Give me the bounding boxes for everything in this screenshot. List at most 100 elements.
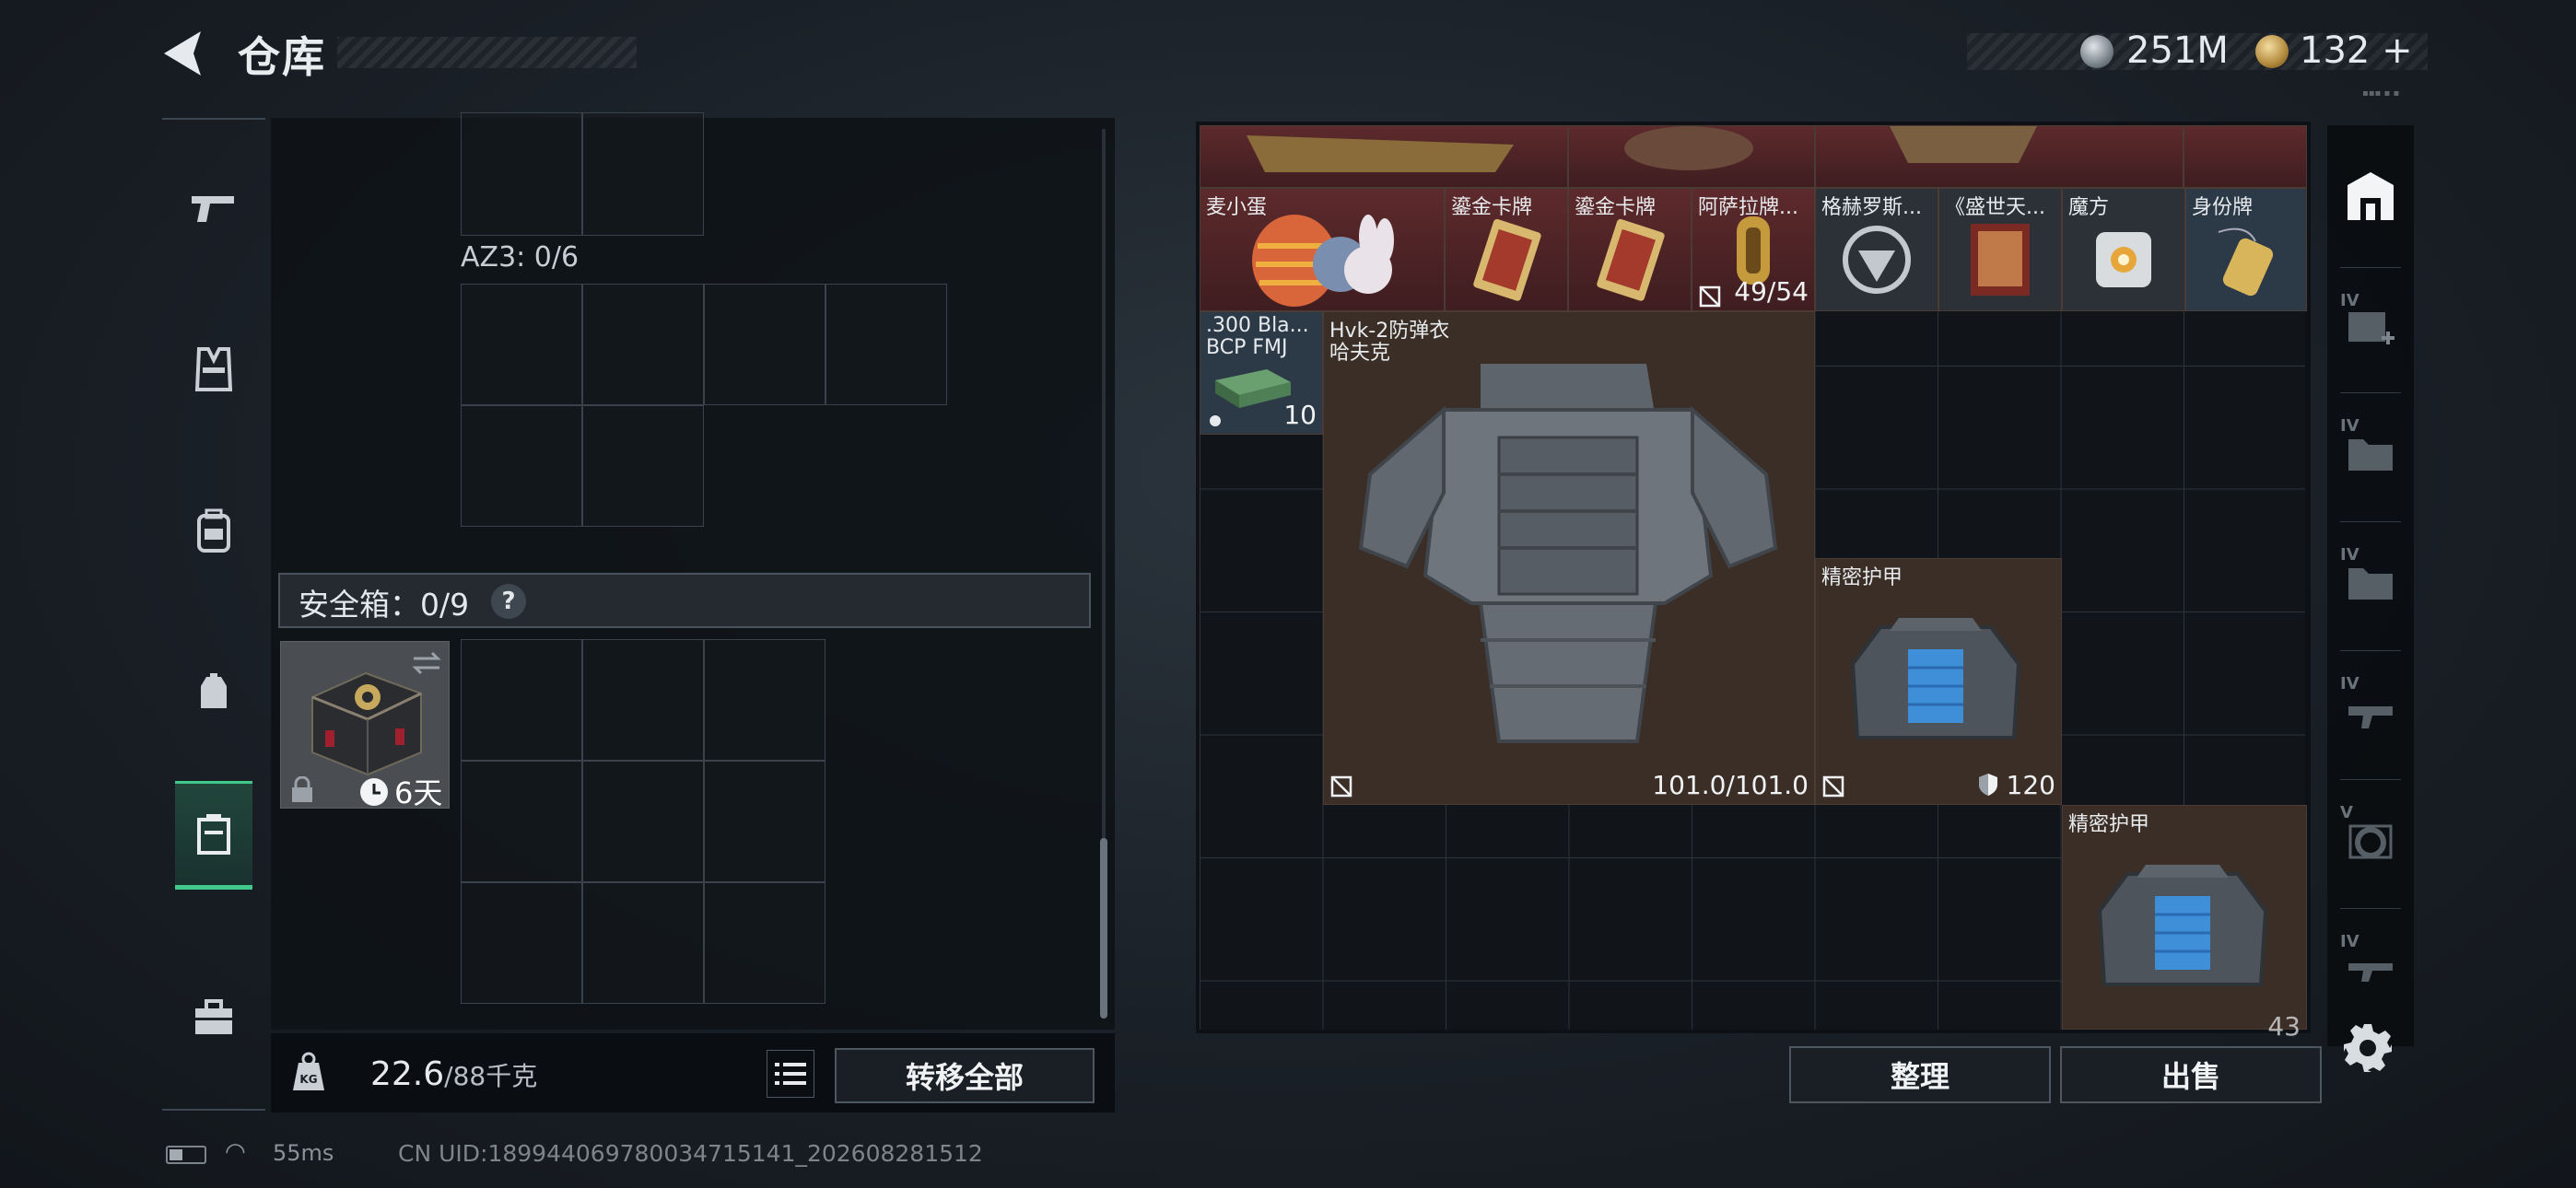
no-trade-icon	[1822, 775, 1844, 798]
svg-text:KG: KG	[299, 1073, 317, 1086]
category-case[interactable]	[175, 967, 252, 1068]
grid-cell[interactable]	[704, 882, 825, 1004]
stash-item-gilded-card[interactable]: 鎏金卡牌	[1568, 188, 1692, 311]
egg-plush-icon	[1252, 214, 1394, 307]
grid-cell[interactable]	[582, 761, 704, 882]
battery-icon	[166, 1146, 206, 1164]
stash-item-precision-armor[interactable]: 精密护甲 43	[2062, 805, 2307, 1042]
stash-item-cube[interactable]: 魔方	[2062, 188, 2185, 311]
body-armor-icon	[1358, 364, 1778, 743]
stash-item-id-tag[interactable]: 身份牌	[2185, 188, 2307, 311]
back-arrow-icon[interactable]	[157, 26, 212, 81]
gear-stash-icon	[2348, 824, 2393, 859]
stash-tab-3[interactable]: IV	[2331, 527, 2410, 637]
grid-cell[interactable]	[461, 112, 582, 236]
title-decoration	[337, 37, 637, 68]
armor-value: 120	[1978, 770, 2055, 800]
grid-cell[interactable]	[582, 405, 704, 527]
az3-container-label: AZ3: 0/6	[461, 241, 580, 274]
grid-cell[interactable]	[461, 405, 582, 527]
rifle-stash-icon	[2348, 706, 2393, 728]
stash-item-book[interactable]: 《盛世天...	[1938, 188, 2062, 311]
version-text: ▪▪▪ ▪ ▪	[2362, 88, 2400, 99]
stash-item-partial[interactable]	[2184, 125, 2307, 188]
weapon-stash-icon	[2348, 963, 2393, 982]
scrollbar[interactable]	[1100, 838, 1107, 1019]
vest-icon	[194, 347, 233, 391]
stash-item-easter-egg[interactable]: 麦小蛋	[1200, 188, 1445, 311]
lock-icon	[292, 776, 312, 802]
folder-icon	[2348, 439, 2393, 471]
currency-gold-value[interactable]: 132 +	[2300, 29, 2413, 72]
category-backpack[interactable]	[175, 481, 252, 582]
stash-tab-6[interactable]: IV	[2331, 914, 2410, 1024]
stash-tab-5[interactable]: V	[2331, 785, 2410, 895]
user-id: CN UID:18994406978003471514​1_2026082815…	[398, 1140, 983, 1167]
backpack-icon	[197, 508, 230, 553]
grid-cell[interactable]	[582, 112, 704, 236]
durability-readout: 101.0/101.0	[1652, 770, 1809, 800]
dog-tag-icon	[2218, 227, 2274, 296]
no-trade-icon	[1330, 775, 1352, 798]
grid-cell[interactable]	[825, 284, 947, 405]
category-armor[interactable]	[175, 319, 252, 420]
stash-item-partial[interactable]	[1815, 125, 2184, 188]
grid-cell[interactable]	[582, 639, 704, 761]
ammo-marker-icon	[1210, 415, 1221, 426]
safe-box-image-icon	[311, 671, 422, 776]
help-icon[interactable]: ?	[491, 584, 526, 619]
grid-cell[interactable]	[461, 882, 582, 1004]
ammo-box-icon	[1215, 369, 1291, 408]
pistol-icon	[192, 196, 234, 222]
add-currency-icon[interactable]: +	[2382, 29, 2413, 72]
weight-readout: 22.6/88千克	[370, 1055, 538, 1093]
grid-cell[interactable]	[461, 639, 582, 761]
armor-pack-icon	[2097, 865, 2268, 986]
tidy-button[interactable]: 整理	[1789, 1046, 2051, 1103]
artifact-icon	[1890, 126, 2037, 163]
emblem-icon	[1843, 225, 1911, 294]
stash-item-ammo[interactable]: .300 Bla... BCP FMJ 10	[1200, 311, 1323, 435]
stash-item-precision-armor[interactable]: 精密护甲 120	[1815, 558, 2062, 805]
currency-silver-value: 251M	[2126, 29, 2229, 72]
stash-tab-4[interactable]: IV	[2331, 656, 2410, 766]
no-trade-icon	[1699, 285, 1721, 308]
briefcase-icon	[195, 999, 232, 1034]
grid-cell[interactable]	[461, 761, 582, 882]
safe-box-remaining-time: 6天	[394, 775, 443, 810]
stash-tab-2[interactable]: IV	[2331, 398, 2410, 508]
grid-cell[interactable]	[704, 284, 825, 405]
add-stash-icon	[2348, 312, 2395, 344]
shield-icon	[1978, 774, 1997, 796]
category-sidebar	[162, 118, 265, 1111]
swap-icon[interactable]	[410, 649, 443, 677]
grid-cell[interactable]	[704, 639, 825, 761]
grid-cell[interactable]	[704, 761, 825, 882]
artifact-icon	[1624, 126, 1753, 170]
stash-item-asala-tag[interactable]: 阿萨拉牌... 49/54	[1692, 188, 1815, 311]
cube-icon	[2096, 231, 2151, 287]
stash-tab-main[interactable]	[2331, 140, 2410, 250]
stash-item-geheros[interactable]: 格赫罗斯...	[1815, 188, 1938, 311]
silver-coin-icon	[2080, 35, 2113, 68]
list-view-button[interactable]	[767, 1050, 814, 1098]
stash-item-partial[interactable]	[1200, 125, 1568, 188]
transfer-all-button[interactable]: 转移全部	[835, 1048, 1095, 1103]
card-icon	[1597, 218, 1665, 301]
stash-item-gilded-card[interactable]: 鎏金卡牌	[1445, 188, 1568, 311]
category-safe-box[interactable]	[175, 781, 252, 890]
category-weapon[interactable]	[175, 157, 252, 258]
sell-button[interactable]: 出售	[2060, 1046, 2322, 1103]
stash-item-hvk2-armor[interactable]: Hvk-2防弹衣 哈夫克 101.0/101.0	[1323, 311, 1815, 805]
grid-cell[interactable]	[461, 284, 582, 405]
grid-cell[interactable]	[582, 882, 704, 1004]
settings-gear-icon[interactable]	[2342, 1022, 2394, 1074]
stash-tab-1[interactable]: IV	[2331, 273, 2410, 383]
category-pouch[interactable]	[175, 641, 252, 742]
stash-item-partial[interactable]	[1568, 125, 1815, 188]
page-title: 仓库	[238, 32, 326, 82]
weight-icon: KG	[293, 1052, 324, 1090]
card-icon	[1473, 218, 1541, 301]
list-icon	[775, 1063, 806, 1085]
grid-cell[interactable]	[582, 284, 704, 405]
